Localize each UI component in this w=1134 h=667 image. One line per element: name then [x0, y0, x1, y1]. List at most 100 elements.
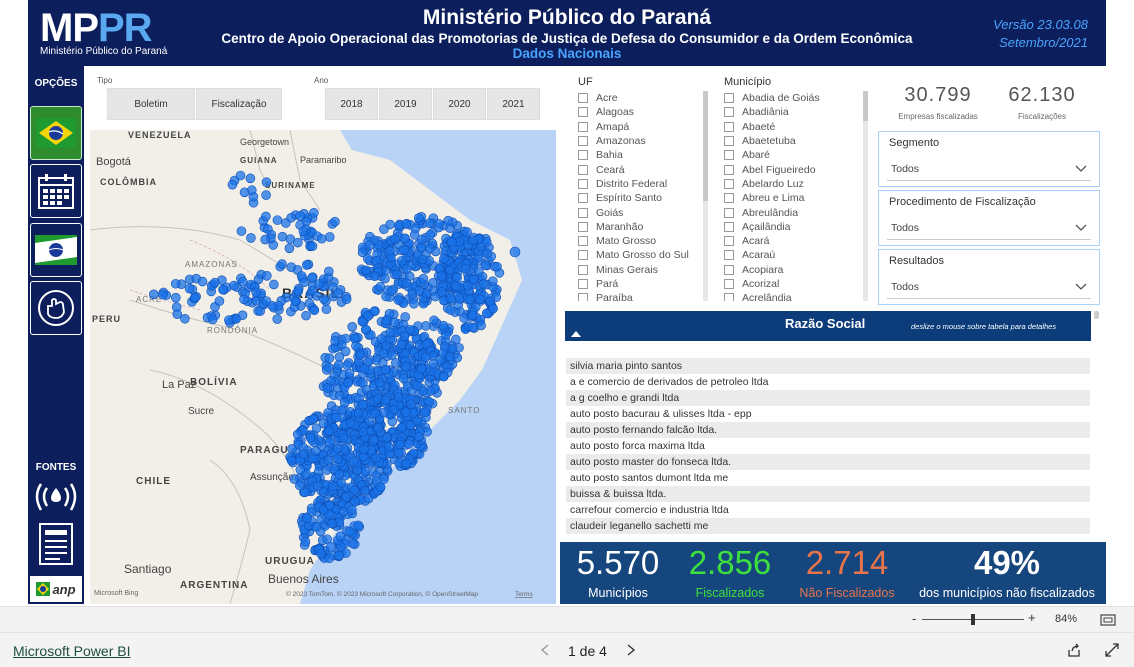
- map-point[interactable]: [380, 395, 391, 406]
- map-point[interactable]: [328, 481, 338, 492]
- map-point[interactable]: [207, 314, 218, 325]
- map-point[interactable]: [287, 444, 297, 454]
- uf-item[interactable]: Amapá: [578, 120, 703, 134]
- map-point[interactable]: [416, 234, 427, 245]
- map-point[interactable]: [322, 383, 333, 393]
- map-point[interactable]: [338, 506, 349, 517]
- checkbox[interactable]: [578, 107, 588, 118]
- map-point[interactable]: [429, 315, 439, 326]
- map-point[interactable]: [324, 553, 335, 564]
- checkbox[interactable]: [578, 178, 588, 189]
- map-point[interactable]: [299, 277, 309, 288]
- checkbox[interactable]: [578, 121, 588, 132]
- map-point[interactable]: [389, 405, 400, 415]
- map-point[interactable]: [336, 478, 346, 489]
- map-point[interactable]: [299, 487, 310, 498]
- checkbox[interactable]: [578, 250, 588, 261]
- map-point[interactable]: [325, 500, 335, 511]
- map-point[interactable]: [445, 351, 455, 362]
- map-point[interactable]: [451, 281, 461, 291]
- zoom-slider-thumb[interactable]: [971, 614, 975, 625]
- map-point[interactable]: [334, 390, 345, 401]
- map-point[interactable]: [413, 213, 424, 223]
- map-point[interactable]: [358, 427, 368, 437]
- map-point[interactable]: [335, 531, 346, 542]
- map-point[interactable]: [261, 177, 272, 187]
- map-point[interactable]: [369, 434, 379, 445]
- map-point[interactable]: [364, 240, 375, 251]
- tipo-boletim-button[interactable]: Boletim: [107, 88, 195, 120]
- fullscreen-icon[interactable]: [1104, 642, 1120, 658]
- map-point[interactable]: [396, 340, 407, 350]
- map-point[interactable]: [468, 235, 478, 246]
- signal-button[interactable]: [34, 476, 78, 516]
- map-point[interactable]: [402, 264, 412, 275]
- map-point[interactable]: [307, 273, 317, 283]
- table-row[interactable]: auto posto santos dumont ltda me: [566, 470, 1090, 486]
- uf-item[interactable]: Alagoas: [578, 105, 703, 119]
- zoom-slider[interactable]: [922, 614, 1024, 625]
- checkbox[interactable]: [578, 264, 588, 275]
- map-point[interactable]: [359, 363, 370, 374]
- map-point[interactable]: [353, 408, 364, 418]
- checkbox[interactable]: [724, 136, 734, 147]
- map-point[interactable]: [380, 365, 391, 375]
- map-point[interactable]: [334, 469, 345, 480]
- map-point[interactable]: [314, 279, 324, 289]
- brazil-button[interactable]: [30, 106, 82, 160]
- map-point[interactable]: [434, 218, 444, 229]
- map-point[interactable]: [323, 455, 334, 466]
- map-point[interactable]: [398, 373, 409, 384]
- map-point[interactable]: [358, 399, 368, 410]
- share-icon[interactable]: [1066, 642, 1082, 658]
- map-point[interactable]: [218, 284, 228, 295]
- map-point[interactable]: [301, 260, 312, 270]
- municipio-item[interactable]: Abadiânia: [724, 105, 860, 119]
- map-point[interactable]: [149, 289, 159, 300]
- map-point[interactable]: [393, 295, 404, 305]
- ano-2020-button[interactable]: 2020: [433, 88, 486, 120]
- uf-item[interactable]: Distrito Federal: [578, 177, 703, 191]
- uf-item[interactable]: Paraíba: [578, 291, 703, 301]
- map-point[interactable]: [358, 377, 368, 388]
- map-point[interactable]: [239, 187, 250, 198]
- map-point[interactable]: [468, 274, 479, 285]
- map-point[interactable]: [438, 371, 449, 382]
- map-point[interactable]: [214, 296, 225, 306]
- map-point[interactable]: [316, 233, 327, 244]
- table-scrollbar[interactable]: [1094, 311, 1099, 319]
- map-point[interactable]: [324, 232, 335, 242]
- procedimento-dropdown[interactable]: Todos: [887, 216, 1091, 240]
- checkbox[interactable]: [578, 279, 588, 289]
- map-point[interactable]: [420, 407, 431, 418]
- checkbox[interactable]: [578, 136, 588, 147]
- map-point[interactable]: [416, 363, 427, 374]
- segmento-dropdown[interactable]: Todos: [887, 157, 1091, 181]
- map-point[interactable]: [387, 350, 397, 360]
- map-point[interactable]: [319, 294, 329, 304]
- map-point[interactable]: [349, 485, 360, 496]
- ano-2021-button[interactable]: 2021: [487, 88, 540, 120]
- checkbox[interactable]: [724, 236, 734, 247]
- map-point[interactable]: [308, 414, 319, 424]
- map-point[interactable]: [311, 446, 321, 456]
- map-point[interactable]: [374, 377, 385, 388]
- checkbox[interactable]: [724, 207, 734, 218]
- map-point[interactable]: [333, 288, 344, 298]
- uf-item[interactable]: Pará: [578, 277, 703, 291]
- map-point[interactable]: [381, 315, 392, 326]
- map-point[interactable]: [332, 443, 343, 454]
- uf-scrollbar[interactable]: [703, 91, 708, 301]
- map-point[interactable]: [401, 219, 412, 229]
- map-point[interactable]: [295, 211, 305, 221]
- map-point[interactable]: [480, 260, 491, 270]
- map-point[interactable]: [363, 311, 373, 321]
- map-point[interactable]: [262, 271, 272, 281]
- next-page-icon[interactable]: [626, 644, 636, 656]
- municipio-item[interactable]: Abaetetuba: [724, 134, 860, 148]
- map-point[interactable]: [467, 322, 478, 333]
- uf-item[interactable]: Amazonas: [578, 134, 703, 148]
- map-point[interactable]: [293, 286, 304, 296]
- map-point[interactable]: [401, 278, 412, 288]
- map-point[interactable]: [210, 277, 220, 288]
